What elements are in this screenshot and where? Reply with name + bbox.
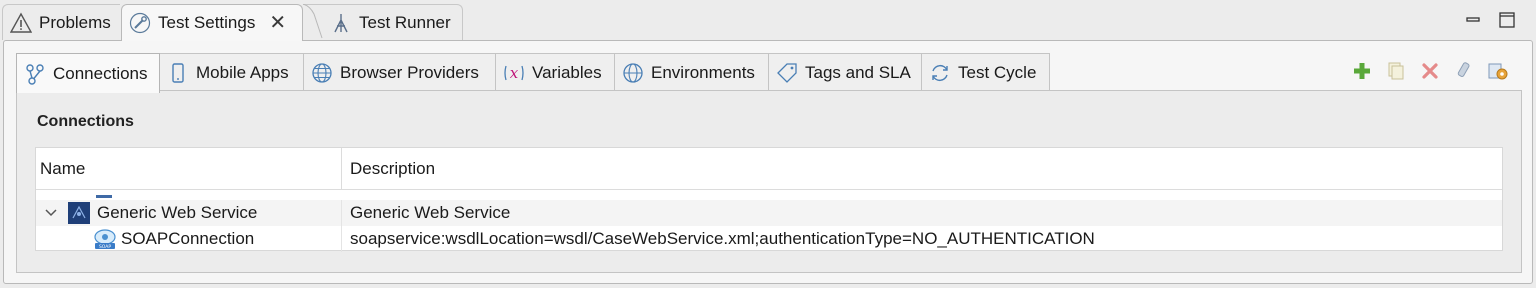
close-icon[interactable]: ✕ (269, 13, 286, 33)
tab-mobile-apps-label: Mobile Apps (196, 62, 289, 82)
section-title: Connections (37, 113, 134, 130)
table-row[interactable]: Generic Web Service Generic Web Service (36, 200, 1502, 226)
row-description: Generic Web Service (350, 203, 511, 222)
table-header: Name Description (36, 148, 1502, 190)
chevron-down-icon[interactable] (40, 208, 62, 218)
wrench-icon (128, 11, 152, 35)
web-service-icon (68, 201, 92, 225)
row-name-cell: Generic Web Service (36, 200, 342, 226)
tab-environments-label: Environments (651, 62, 755, 82)
tab-test-cycle-label: Test Cycle (958, 62, 1037, 82)
globe-icon (310, 61, 334, 85)
cycle-icon (928, 61, 952, 85)
tab-connections[interactable]: Connections (16, 53, 160, 93)
column-header-description[interactable]: Description (342, 148, 1502, 190)
minimize-icon[interactable] (1463, 10, 1483, 30)
mobile-icon (166, 61, 190, 85)
column-header-name[interactable]: Name (36, 148, 342, 190)
maximize-icon[interactable] (1497, 10, 1517, 30)
tab-mobile-apps[interactable]: Mobile Apps (160, 53, 304, 91)
tab-variables[interactable]: x Variables (496, 53, 615, 91)
connections-table: Name Description Generic Web Service Gen… (35, 147, 1503, 252)
row-description: soapservice:wsdlLocation=wsdl/CaseWebSer… (350, 229, 1095, 248)
tab-test-settings-label: Test Settings (158, 13, 256, 32)
tab-environments[interactable]: Environments (615, 53, 769, 91)
tab-tags-and-sla[interactable]: Tags and SLA (769, 53, 922, 91)
tab-problems-label: Problems (39, 12, 111, 32)
row-name-cell: SOAP SOAPConnection (36, 226, 342, 252)
tab-variables-label: Variables (532, 62, 602, 82)
tab-problems[interactable]: Problems (2, 4, 120, 40)
configure-icon[interactable] (1486, 59, 1510, 83)
copy-icon[interactable] (1384, 59, 1408, 83)
row-name: SOAPConnection (121, 229, 255, 248)
row-name: Generic Web Service (97, 203, 258, 222)
tab-divider (296, 4, 332, 40)
tab-test-settings[interactable]: Test Settings ✕ (121, 4, 303, 41)
connections-toolbar (1340, 57, 1510, 85)
inner-tab-bar: Connections Mobile Apps Browser Provider… (16, 53, 1522, 93)
tab-connections-label: Connections (53, 63, 148, 83)
view-tab-bar: Problems Test Settings ✕ Test Runner (0, 0, 1536, 41)
soap-connection-icon: SOAP (92, 227, 118, 251)
tab-test-runner-label: Test Runner (359, 12, 451, 32)
tab-tags-and-sla-label: Tags and SLA (805, 62, 911, 82)
table-row-partial (36, 190, 1502, 198)
tab-browser-providers[interactable]: Browser Providers (304, 53, 496, 91)
tab-test-cycle[interactable]: Test Cycle (922, 53, 1050, 91)
delete-icon[interactable] (1418, 59, 1442, 83)
variable-x-icon: x (502, 61, 526, 85)
test-connection-icon[interactable] (1452, 59, 1476, 83)
connections-content: Connections Name Description Generic Web… (16, 91, 1522, 273)
add-icon[interactable] (1350, 59, 1374, 83)
tab-browser-providers-label: Browser Providers (340, 62, 479, 82)
warning-icon (9, 11, 33, 35)
svg-text:x: x (510, 64, 519, 82)
test-settings-panel: Connections Mobile Apps Browser Provider… (3, 40, 1533, 284)
table-row[interactable]: SOAP SOAPConnection soapservice:wsdlLoca… (36, 226, 1502, 252)
test-runner-icon (329, 11, 353, 35)
tag-icon (775, 61, 799, 85)
svg-text:SOAP: SOAP (99, 244, 111, 250)
connections-icon (23, 62, 47, 86)
globe-icon (621, 61, 645, 85)
